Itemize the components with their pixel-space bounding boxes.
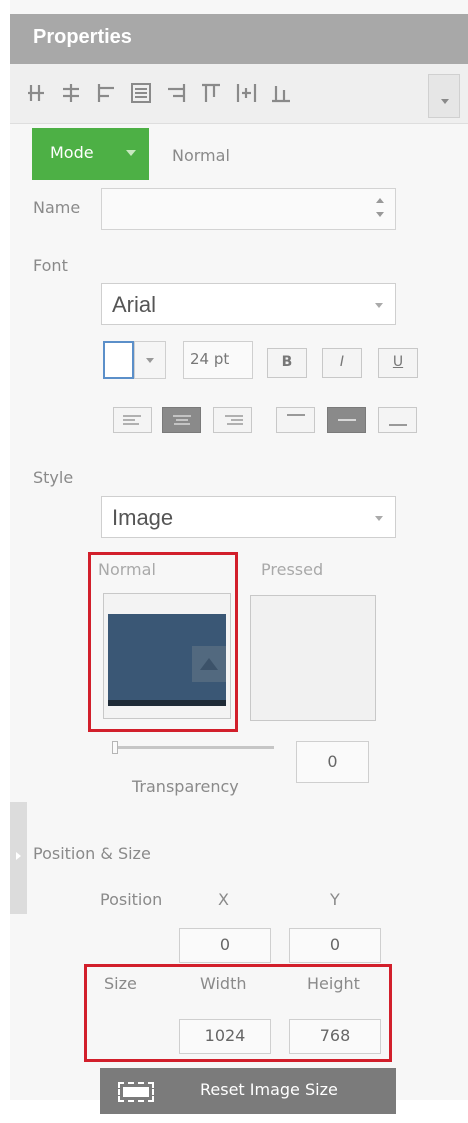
transparency-value[interactable]: 0 [296,741,369,783]
font-size-input[interactable]: 24 pt [183,341,253,379]
style-select[interactable]: Image [101,496,396,538]
normal-state-highlight [88,552,238,732]
bold-button[interactable]: B [267,348,307,378]
align-text-middle-button[interactable] [327,407,366,433]
pressed-image-thumbnail[interactable] [250,595,376,721]
position-y-input[interactable]: 0 [289,928,381,963]
pressed-state-label: Pressed [261,560,324,579]
toolbar-overflow-dropdown[interactable] [428,74,460,118]
reset-image-size-button[interactable]: Reset Image Size [100,1068,396,1114]
font-label: Font [33,256,68,275]
name-label: Name [33,198,81,217]
position-size-section-label: Position & Size [33,844,151,863]
align-text-left-icon [123,415,141,425]
image-size-icon [118,1082,154,1102]
align-middle-icon[interactable] [130,82,156,104]
spin-down-icon[interactable] [376,212,384,221]
mode-button[interactable]: Mode [32,128,149,180]
distribute-horizontal-icon[interactable] [235,82,261,104]
align-right-icon[interactable] [165,82,191,104]
name-input[interactable] [101,188,396,230]
align-bottom-icon[interactable] [270,82,296,104]
position-x-input[interactable]: 0 [179,928,271,963]
align-text-top-button[interactable] [276,407,315,433]
align-horizontal-centers-icon[interactable] [61,82,87,104]
style-value: Image [112,505,174,530]
mode-button-label: Mode [50,143,94,162]
align-text-left-button[interactable] [113,407,152,433]
y-label: Y [330,890,340,909]
transparency-slider[interactable] [114,746,274,749]
alignment-toolbar [10,64,468,124]
mode-value: Normal [172,146,230,165]
chevron-down-icon [375,303,383,312]
align-left-edges-icon[interactable] [26,82,52,104]
size-highlight [84,964,392,1062]
align-text-middle-icon [338,419,356,421]
underline-button[interactable]: U [378,348,418,378]
style-label: Style [33,468,74,487]
align-text-bottom-button[interactable] [378,407,417,433]
font-color-dropdown[interactable] [134,341,166,379]
align-text-top-icon [287,414,305,416]
italic-button[interactable]: I [322,348,362,378]
align-text-center-icon [173,415,191,425]
transparency-slider-handle[interactable] [112,741,118,754]
font-family-value: Arial [112,292,157,317]
align-left-icon[interactable] [96,82,122,104]
align-text-center-button[interactable] [162,407,201,433]
align-text-right-button[interactable] [213,407,252,433]
font-color-swatch[interactable] [103,341,134,379]
collapse-panel-tab[interactable] [10,802,27,914]
align-top-icon[interactable] [200,82,226,104]
align-text-right-icon [225,415,243,425]
position-label: Position [100,890,163,909]
align-text-bottom-icon [389,424,407,426]
panel-title: Properties [10,14,468,64]
font-family-select[interactable]: Arial [101,283,396,325]
chevron-down-icon [126,150,136,161]
reset-image-size-label: Reset Image Size [200,1080,338,1099]
x-label: X [218,890,229,909]
transparency-label: Transparency [132,777,239,796]
chevron-down-icon [375,516,383,525]
spin-up-icon[interactable] [376,194,384,203]
